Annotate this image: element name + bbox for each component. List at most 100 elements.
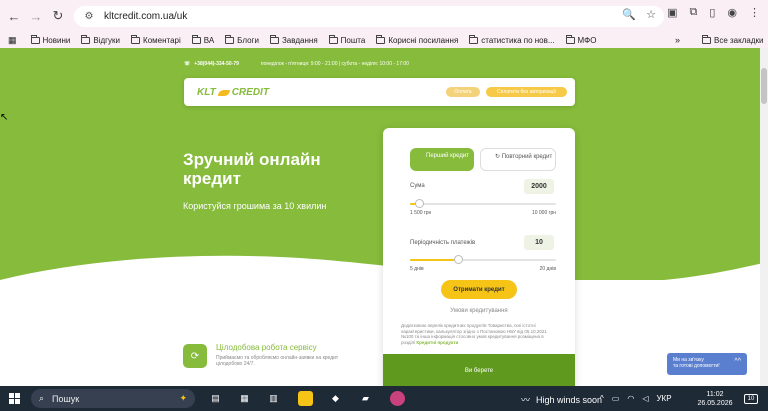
bookmark-folder[interactable]: Корисні посилання (376, 34, 458, 45)
sum-min: 1 500 грн (410, 210, 432, 216)
credit-terms-link[interactable]: Умови кредитування (383, 308, 575, 314)
sidepanel-icon[interactable]: ▯ (709, 6, 715, 19)
url-text: kltcredit.com.ua/uk (104, 11, 188, 22)
feature-title: Цілодобова робота сервісу (216, 343, 317, 352)
bookmark-star-icon[interactable]: ☆ (646, 8, 656, 21)
bookmark-folder[interactable]: ВА (191, 34, 214, 45)
hero-subtitle: Користуйся грошима за 10 хвилин (183, 201, 327, 211)
hero-title: Зручний онлайн кредит (183, 150, 321, 188)
folder-icon (376, 34, 386, 44)
apps-icon[interactable]: ▦ (8, 35, 17, 46)
sum-slider[interactable] (410, 199, 556, 208)
clock-24-icon: ⟳ (183, 344, 207, 368)
profile-icon[interactable]: ◉ (727, 6, 737, 19)
site-header: KLT CREDIT Оплата Сплатити без авторизац… (184, 78, 575, 106)
system-tray: ^ ▭ ◠ ◁ УКР (600, 394, 672, 403)
bookmark-folder[interactable]: Новини (30, 34, 70, 45)
sum-value[interactable]: 2000 (524, 179, 554, 194)
site-logo[interactable]: KLT CREDIT (197, 87, 269, 98)
volume-icon[interactable]: ◁ (642, 394, 648, 403)
calculator-app-icon[interactable]: ▥ (266, 391, 281, 406)
task-view-icon[interactable]: ▤ (208, 391, 223, 406)
copilot-app-icon[interactable]: ◆ (328, 391, 343, 406)
sum-slider-handle[interactable] (415, 199, 424, 208)
tab-first-credit[interactable]: Перший кредит (410, 148, 474, 171)
windows-start-icon[interactable] (9, 393, 20, 404)
folder-icon (469, 34, 479, 44)
chat-expand-icon[interactable]: ^^ (734, 358, 741, 365)
period-max: 20 днів (539, 266, 556, 272)
clock[interactable]: 11:02 26.05.2026 (697, 390, 733, 408)
app-icon[interactable]: ▰ (358, 391, 373, 406)
search-icon: ⌕ (39, 393, 45, 403)
menu-icon[interactable]: ⋮ (749, 6, 760, 19)
address-bar[interactable]: ⚙ kltcredit.com.ua/uk 🔍 ☆ (74, 6, 664, 27)
phone-icon: ☏ (184, 61, 191, 67)
feature-text: Приймаємо та обробляємо онлайн-заявки на… (216, 355, 339, 367)
all-bookmarks[interactable]: Все закладки (702, 34, 763, 45)
mouse-cursor-icon: ↖ (0, 112, 9, 123)
forward-icon[interactable]: → (25, 5, 47, 27)
weather-widget[interactable]: 〰 High winds soon (521, 393, 602, 406)
period-value[interactable]: 10 (524, 235, 554, 250)
taskbar: ⌕ Пошук ✦ ▤ ▦ ▥ ◆ ▰ 〰 High winds soon ^ … (0, 386, 768, 411)
scroll-thumb[interactable] (761, 68, 767, 104)
wifi-icon[interactable]: ◠ (627, 394, 634, 403)
site-info-icon[interactable]: ⚙ (82, 10, 96, 24)
bookmark-folder[interactable]: Блоги (225, 34, 259, 45)
folder-icon (191, 34, 201, 44)
page-scrollbar[interactable] (760, 48, 768, 386)
bookmarks-more[interactable]: » (675, 35, 680, 45)
bookmark-folder[interactable]: Завдання (269, 34, 318, 45)
chat-widget[interactable]: Ми на зв'язку та готові допомогти! ^^ (667, 353, 747, 375)
summary-title: Ви берете (464, 368, 494, 374)
legal-note: Додатковою перелік кредитних продуктів Т… (401, 323, 547, 345)
pay-button[interactable]: Оплата (446, 87, 480, 97)
folder-icon (81, 34, 91, 44)
weather-icon: 〰 (521, 395, 531, 405)
folder-icon (225, 34, 235, 44)
folder-icon (702, 34, 711, 44)
bookmark-folder[interactable]: статистика по нов... (469, 34, 555, 45)
credit-calculator: Перший кредит ↻ Повторний кредит Сума 20… (383, 128, 575, 386)
bookmark-folder[interactable]: Коментарі (131, 34, 181, 45)
taskbar-search[interactable]: ⌕ Пошук ✦ (31, 389, 195, 408)
back-icon[interactable]: ← (3, 5, 25, 27)
sum-label: Сума (410, 183, 425, 189)
screenshot-icon[interactable]: ▣ (667, 6, 677, 19)
sum-max: 10 000 грн (531, 210, 556, 216)
pay-without-auth-button[interactable]: Сплатити без авторизації (486, 87, 567, 97)
period-slider-fill (410, 259, 458, 261)
folder-icon (131, 34, 141, 44)
period-label: Періодичність платежів (410, 240, 476, 246)
period-min: 5 днів (410, 266, 424, 272)
bookmark-folder[interactable]: Відгуки (81, 34, 120, 45)
period-slider-handle[interactable] (454, 255, 463, 264)
contact-bar: ☏ +38(044)-334-50-79 понеділок - п'ятниця… (184, 61, 409, 67)
network-icon[interactable]: ▭ (612, 394, 620, 403)
zoom-icon[interactable]: 🔍 (622, 8, 636, 21)
reload-icon[interactable]: ↻ (47, 5, 69, 27)
language-indicator[interactable]: УКР (656, 394, 671, 403)
file-explorer-icon[interactable] (298, 391, 313, 406)
store-icon[interactable]: ▦ (237, 391, 252, 406)
notifications-icon[interactable]: 10 (744, 394, 758, 404)
folder-icon (565, 34, 575, 44)
copilot-sparkle-icon: ✦ (179, 393, 187, 403)
tray-chevron-icon[interactable]: ^ (600, 394, 604, 403)
phone-link[interactable]: ☏ +38(044)-334-50-79 (184, 61, 239, 67)
bookmark-folder[interactable]: Пошта (328, 34, 365, 45)
folder-icon (269, 34, 279, 44)
extensions-icon[interactable]: ⧉ (689, 6, 697, 19)
credit-products-link[interactable]: Кредитні продукти (416, 340, 458, 345)
tab-repeat-credit[interactable]: ↻ Повторний кредит (480, 148, 556, 171)
bookmark-folder[interactable]: МФО (565, 34, 596, 45)
web-page: ☏ +38(044)-334-50-79 понеділок - п'ятниця… (0, 48, 768, 386)
leaf-icon (217, 89, 230, 96)
browser-toolbar: ← → ↻ ⚙ kltcredit.com.ua/uk 🔍 ☆ ▣ ⧉ ▯ ◉ … (0, 0, 768, 32)
calculator-summary: Ви берете (383, 354, 575, 386)
period-slider[interactable] (410, 255, 556, 264)
get-credit-button[interactable]: Отримати кредит (441, 280, 517, 299)
chrome-icon[interactable] (390, 391, 405, 406)
folder-icon (328, 34, 338, 44)
